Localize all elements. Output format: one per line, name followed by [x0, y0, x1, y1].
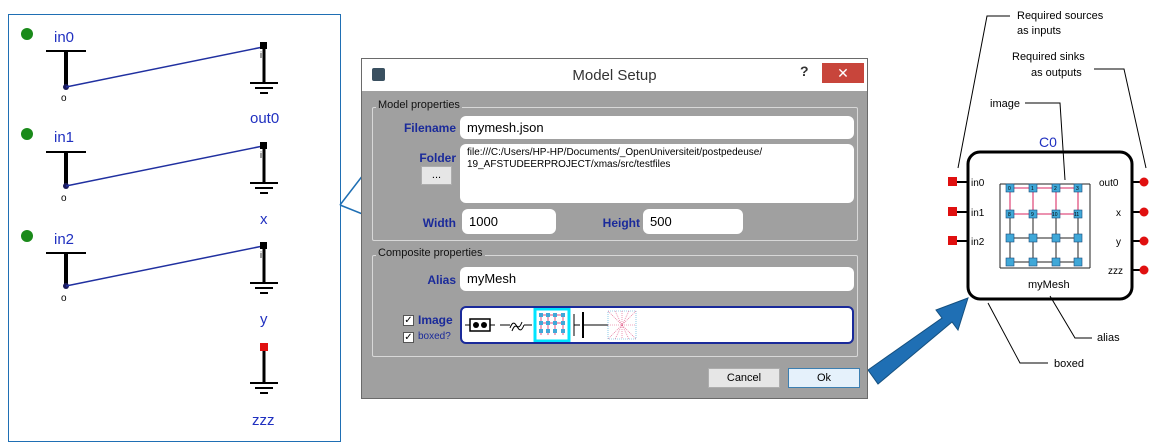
annotation-sources-line1: Required sources	[1017, 10, 1104, 22]
image-picker[interactable]	[460, 306, 854, 344]
component-port-x	[1139, 207, 1149, 217]
svg-text:9: 9	[1031, 212, 1034, 218]
source-dot-in0[interactable]	[21, 28, 33, 40]
folder-path-line1: file:///C:/Users/HP-HP/Documents/_OpenUn…	[467, 147, 763, 158]
sink-pin-x	[260, 142, 267, 149]
source-label-in0: in0	[54, 29, 74, 46]
width-field[interactable]: 1000	[462, 209, 556, 234]
source-dot-in2[interactable]	[21, 230, 33, 242]
dialog-titlebar: Model Setup ? ✕	[362, 59, 867, 91]
svg-text:3: 3	[1076, 186, 1079, 192]
svg-text:11: 11	[1074, 212, 1079, 218]
composite-properties-title: Composite properties	[376, 247, 485, 259]
model-properties-title: Model properties	[376, 99, 462, 111]
width-label: Width	[422, 216, 456, 230]
component-name: C0	[1039, 134, 1057, 150]
model-setup-dialog: Model Setup ? ✕ Model properties Filenam…	[361, 58, 868, 399]
svg-text:in2: in2	[971, 237, 985, 248]
alias-label: Alias	[427, 273, 456, 287]
height-field[interactable]: 500	[643, 209, 743, 234]
svg-text:y: y	[1116, 237, 1121, 248]
sink-label-y: y	[260, 311, 268, 328]
component-port-in0	[948, 177, 957, 186]
height-label: Height	[602, 216, 640, 230]
svg-text:in0: in0	[971, 178, 985, 189]
wire-in0-out0	[65, 46, 264, 88]
image-option-mesh-selected[interactable]	[533, 308, 571, 342]
svg-text:i: i	[260, 50, 262, 60]
arrow-dialog-to-component	[867, 297, 969, 385]
wire-in2-y	[65, 245, 264, 287]
folder-field[interactable]: file:///C:/Users/HP-HP/Documents/_OpenUn…	[460, 144, 854, 203]
svg-text:i: i	[260, 250, 262, 260]
sink-label-zzz: zzz	[252, 412, 275, 429]
source-dot-in1[interactable]	[21, 128, 33, 140]
component-port-in2	[948, 236, 957, 245]
filename-field[interactable]: mymesh.json	[460, 116, 854, 139]
sink-label-x: x	[260, 211, 268, 228]
boxed-label: boxed?	[418, 331, 451, 342]
svg-text:1: 1	[1031, 186, 1034, 192]
sink-label-out0: out0	[250, 110, 279, 127]
image-label: Image	[418, 313, 453, 327]
svg-text:8: 8	[1008, 212, 1011, 218]
help-button[interactable]: ?	[800, 63, 814, 79]
cancel-button[interactable]: Cancel	[708, 368, 780, 388]
image-option-star[interactable]	[607, 310, 637, 340]
sink-pin-zzz	[260, 343, 268, 351]
wire-in1-x	[65, 145, 264, 187]
alias-field[interactable]: myMesh	[460, 267, 854, 291]
svg-text:2: 2	[1054, 186, 1057, 192]
svg-text:10: 10	[1052, 212, 1058, 218]
folder-path-line2: 19_AFSTUDEERPROJECT/xmas/src/testfiles	[467, 159, 671, 170]
filename-label: Filename	[403, 121, 456, 135]
svg-text:o: o	[61, 293, 67, 304]
source-label-in1: in1	[54, 129, 74, 146]
svg-text:zzz: zzz	[1108, 266, 1123, 277]
sink-pin-out0	[260, 42, 267, 49]
svg-text:in1: in1	[971, 208, 985, 219]
boxed-checkbox[interactable]: ✓	[403, 332, 414, 343]
image-option-queue[interactable]	[465, 318, 495, 332]
svg-text:x: x	[1116, 208, 1121, 219]
ok-button[interactable]: Ok	[788, 368, 860, 388]
folder-label: Folder	[419, 151, 456, 165]
image-picker-options	[465, 308, 637, 342]
annotation-image: image	[990, 98, 1020, 110]
annotation-boxed: boxed	[1054, 358, 1084, 370]
component-port-in1	[948, 207, 957, 216]
component-port-zzz	[1139, 265, 1149, 275]
component-port-y	[1139, 236, 1149, 246]
browse-button[interactable]: ...	[421, 166, 452, 185]
sink-pin-y	[260, 242, 267, 249]
annotation-sources-line2: as inputs	[1017, 25, 1062, 37]
annotation-sinks-line2: as outputs	[1031, 67, 1082, 79]
image-checkbox[interactable]: ✓	[403, 315, 414, 326]
image-option-bus[interactable]	[573, 312, 608, 338]
component-port-out0	[1139, 177, 1149, 187]
dialog-title: Model Setup	[572, 67, 657, 84]
svg-text:0: 0	[1008, 186, 1011, 192]
source-label-in2: in2	[54, 231, 74, 248]
image-option-function[interactable]	[500, 321, 532, 332]
close-button[interactable]: ✕	[822, 63, 864, 83]
component-alias: myMesh	[1028, 279, 1070, 291]
svg-text:o: o	[61, 193, 67, 204]
annotation-alias: alias	[1097, 332, 1120, 344]
svg-text:out0: out0	[1099, 178, 1119, 189]
svg-text:o: o	[61, 93, 67, 104]
annotation-sinks-line1: Required sinks	[1012, 51, 1085, 63]
svg-text:i: i	[260, 150, 262, 160]
